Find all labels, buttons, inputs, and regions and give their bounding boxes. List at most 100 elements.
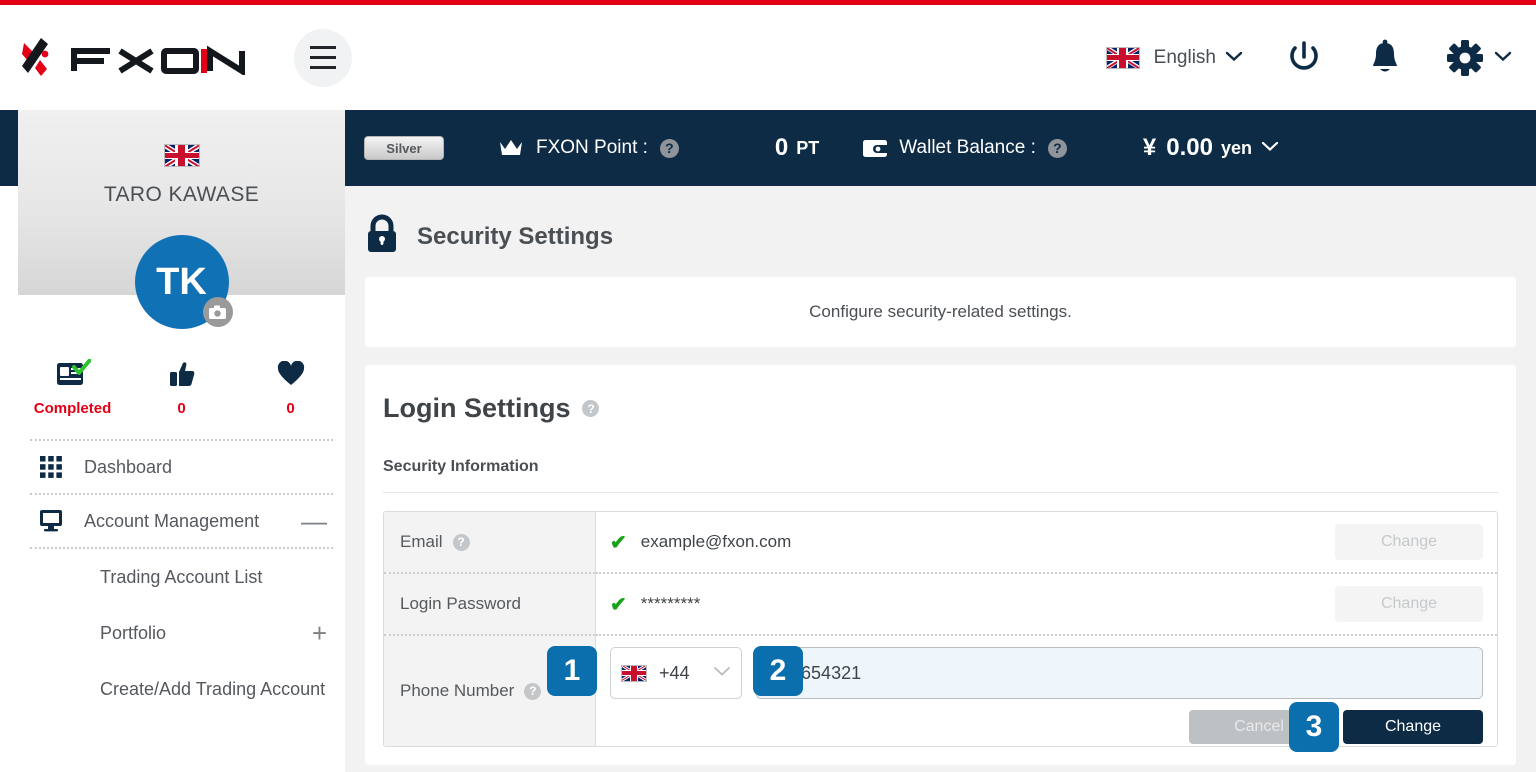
settings-button[interactable] (1445, 38, 1512, 78)
verified-check-icon: ✔ (610, 531, 627, 554)
section-header: Login Settings ? (383, 393, 1498, 424)
wallet-icon (863, 139, 888, 157)
page-title: Security Settings (417, 222, 614, 250)
sidebar-item-account-management[interactable]: Account Management — (18, 495, 345, 547)
sidebar-subitem-label: Portfolio (100, 622, 167, 643)
fxon-point-label: FXON Point : (536, 137, 648, 158)
profile-stats: Completed 0 0 (18, 357, 345, 417)
sidebar-item-label: Account Management (84, 510, 260, 531)
crown-icon (500, 140, 522, 155)
fxon-point-value: 0 (774, 134, 789, 161)
table-row: +44 Cancel Change (596, 636, 1497, 746)
wallet-balance-value: 0.00 (1166, 134, 1213, 161)
lock-icon (365, 214, 399, 259)
phone-change-button[interactable]: Change (1343, 710, 1483, 744)
table-row: ✔ example@fxon.com Change (596, 512, 1497, 574)
wallet-balance-label: Wallet Balance : (899, 137, 1036, 158)
section-title: Login Settings (383, 393, 571, 423)
avatar-upload-button[interactable] (202, 297, 233, 327)
fxon-point-value-group: 0 PT (775, 134, 819, 162)
table-row: ✔ ********* Change (596, 574, 1497, 636)
fxon-mark-icon (22, 37, 49, 76)
header-actions: English (1105, 37, 1536, 79)
app-header: English (0, 5, 1536, 110)
stat-likes[interactable]: 0 (127, 357, 236, 417)
row-label-password: Login Password (400, 594, 521, 613)
section-help-icon[interactable]: ? (582, 400, 600, 417)
id-verified-icon (18, 357, 127, 391)
uk-flag-icon (621, 664, 647, 682)
gear-icon (1447, 39, 1483, 76)
sidebar-item-label: Dashboard (84, 456, 173, 477)
sidebar-item-portfolio[interactable]: Portfolio + (18, 605, 345, 661)
wallet-currency-unit: yen (1220, 137, 1252, 158)
avatar-initials: TK (156, 260, 207, 303)
grid-icon (40, 456, 84, 478)
wallet-balance-value-group[interactable]: ¥ 0.00 yen (1143, 134, 1279, 162)
language-label: English (1153, 46, 1216, 68)
profile-user-name: TARO KAWASE (103, 183, 260, 206)
notifications-button[interactable] (1365, 37, 1405, 79)
chevron-down-icon (1225, 49, 1243, 67)
expand-toggle-icon[interactable]: + (312, 620, 327, 646)
page-header: Security Settings (345, 186, 1536, 259)
main-content: Security Settings Configure security-rel… (345, 186, 1536, 772)
email-help-icon[interactable]: ? (452, 533, 470, 551)
step-badge-1: 1 (547, 646, 597, 696)
logout-button[interactable] (1283, 37, 1325, 79)
chevron-down-icon (1494, 49, 1512, 67)
chevron-down-icon (1261, 139, 1279, 157)
phone-number-input[interactable] (756, 647, 1483, 699)
bell-icon (1373, 39, 1397, 71)
country-code-value: +44 (659, 662, 690, 683)
wallet-balance-help-icon[interactable]: ? (1047, 138, 1067, 158)
password-change-button[interactable]: Change (1335, 586, 1483, 622)
fxon-point-help-icon[interactable]: ? (659, 138, 679, 158)
sidebar-profile: TARO KAWASE TK (18, 110, 345, 329)
avatar[interactable]: TK (134, 235, 233, 329)
stat-verification[interactable]: Completed (18, 357, 127, 417)
stat-verification-value: Completed (33, 400, 112, 417)
hamburger-icon (310, 66, 336, 69)
sidebar-subitem-label: Trading Account List (100, 566, 263, 587)
table-label-column: Email ? Login Password Phone Number ? (384, 512, 596, 746)
step-badge-2: 2 (753, 646, 803, 696)
sidebar-subitem-label: Create/Add Trading Account (100, 678, 326, 699)
uk-flag-icon (1105, 46, 1140, 69)
collapse-toggle-icon[interactable]: — (301, 508, 327, 534)
sidebar: TARO KAWASE TK Completed 0 0 Dashboard A… (18, 110, 345, 772)
stat-favorites[interactable]: 0 (236, 357, 345, 417)
tier-badge: Silver (364, 136, 444, 160)
email-change-button[interactable]: Change (1335, 524, 1483, 560)
fxon-point-unit: PT (796, 137, 820, 158)
login-settings-card: Login Settings ? Security Information Em… (365, 365, 1516, 765)
country-code-select[interactable]: +44 (610, 647, 742, 699)
table-value-column: ✔ example@fxon.com Change ✔ ********* Ch… (596, 512, 1497, 746)
verified-check-icon: ✔ (610, 593, 627, 616)
monitor-icon (40, 510, 84, 532)
stat-likes-value: 0 (177, 400, 186, 417)
table-row-label: Login Password (384, 574, 595, 636)
hamburger-icon (310, 46, 336, 49)
page-root: English Silver FXON Point: ? 0 PT Walle… (0, 0, 1536, 772)
row-label-phone: Phone Number (400, 681, 515, 700)
thumbs-up-icon (127, 357, 236, 391)
fxon-point-group: FXON Point : ? (498, 137, 679, 159)
email-value: example@fxon.com (640, 532, 792, 551)
phone-help-icon[interactable]: ? (524, 682, 542, 700)
hamburger-icon (310, 56, 336, 59)
page-description-card: Configure security-related settings. (365, 277, 1516, 347)
wallet-currency-symbol: ¥ (1142, 134, 1157, 161)
page-description: Configure security-related settings. (809, 302, 1072, 321)
fxon-logo[interactable] (18, 35, 250, 81)
sidebar-item-dashboard[interactable]: Dashboard (18, 441, 345, 493)
power-icon (1290, 40, 1318, 70)
sidebar-item-create-add-trading-account[interactable]: Create/Add Trading Account (18, 661, 345, 717)
table-row-label: Email ? (384, 512, 595, 574)
profile-country-flag (18, 110, 345, 167)
password-value: ********* (640, 594, 701, 613)
stat-favorites-value: 0 (286, 400, 295, 417)
sidebar-item-trading-account-list[interactable]: Trading Account List (18, 549, 345, 605)
menu-toggle-button[interactable] (294, 28, 352, 87)
language-selector[interactable]: English (1105, 46, 1243, 69)
